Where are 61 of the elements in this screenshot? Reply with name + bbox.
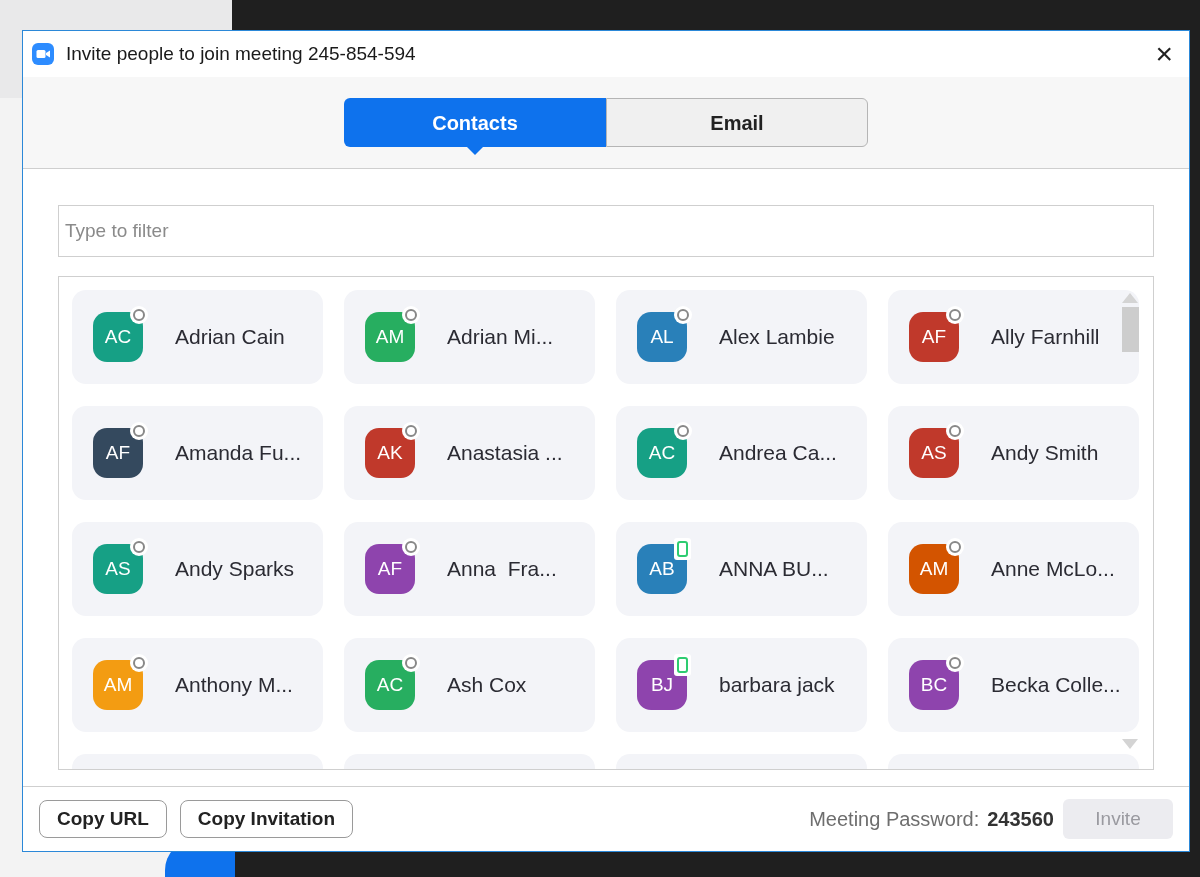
tab[interactable]: Email	[606, 98, 868, 147]
contact-name: Ally Farnhill	[991, 324, 1100, 351]
scroll-down-icon[interactable]	[1122, 739, 1138, 749]
scrollbar-thumb[interactable]	[1122, 307, 1139, 352]
contact-name: Andrea Ca...	[719, 440, 837, 467]
window-title: Invite people to join meeting 245-854-594	[66, 41, 416, 66]
avatar: AM	[93, 660, 143, 710]
contact-name: Alex Lambie	[719, 324, 835, 351]
pointer-icon	[466, 146, 484, 155]
contact-name: Adrian Mi...	[447, 324, 554, 351]
contact-card[interactable]: AS Andy Smith	[888, 406, 1139, 500]
contact-card[interactable]: AK Anastasia ...	[344, 406, 595, 500]
close-button[interactable]: ×	[1155, 39, 1173, 69]
contact-name: Andy Smith	[991, 440, 1099, 467]
copy-invitation-button[interactable]: Copy Invitation	[179, 800, 354, 838]
contact-name: Andy Sparks	[175, 556, 295, 583]
avatar: AF	[93, 428, 143, 478]
avatar: AL	[637, 312, 687, 362]
contact-card[interactable]: AF Anna Fra...	[344, 522, 595, 616]
contact-name: barbara jack	[719, 672, 835, 699]
contact-card[interactable]: AM Adrian Mi...	[344, 290, 595, 384]
password-value: 243560	[987, 807, 1054, 832]
camera-icon	[32, 43, 54, 65]
avatar: BC	[909, 660, 959, 710]
contact-card[interactable]: AF Amanda Fu...	[72, 406, 323, 500]
avatar: AK	[365, 428, 415, 478]
contact-name: Becka Colle...	[991, 672, 1121, 699]
contact-card[interactable]: AC Adrian Cain	[72, 290, 323, 384]
contact-card[interactable]: AF Ally Farnhill	[888, 290, 1139, 384]
filter-field[interactable]: Type to filter	[58, 205, 1154, 257]
contact-name: Anthony M...	[175, 672, 293, 699]
contact-name: Adrian Cain	[175, 324, 285, 351]
avatar: BJ	[637, 660, 687, 710]
contact-name: ANNA BU...	[719, 556, 829, 583]
copy-url-button[interactable]: Copy URL	[39, 800, 167, 838]
contact-name: Ash Cox	[447, 672, 527, 699]
contact-name: Amanda Fu...	[175, 440, 302, 467]
contact-name: Anne McLo...	[991, 556, 1115, 583]
avatar: AC	[93, 312, 143, 362]
avatar: AC	[637, 428, 687, 478]
avatar: AF	[365, 544, 415, 594]
contact-card[interactable]: AL Alex Lambie	[616, 290, 867, 384]
avatar: AC	[365, 660, 415, 710]
contact-card[interactable]: AC Ash Cox	[344, 638, 595, 732]
contact-card[interactable]: AC Andrea Ca...	[616, 406, 867, 500]
scroll-up-icon[interactable]	[1122, 293, 1138, 303]
contact-card[interactable]: AS Andy Sparks	[72, 522, 323, 616]
avatar: AB	[637, 544, 687, 594]
contact-name: Anna Fra...	[447, 556, 557, 583]
contact-card[interactable]: BC Becka Colle...	[888, 638, 1139, 732]
contact-card[interactable]: AB ANNA BU...	[616, 522, 867, 616]
avatar: AM	[909, 544, 959, 594]
avatar: AS	[93, 544, 143, 594]
avatar: AF	[909, 312, 959, 362]
avatar: AM	[365, 312, 415, 362]
contact-card[interactable]: AM Anne McLo...	[888, 522, 1139, 616]
contact-name: Anastasia ...	[447, 440, 563, 467]
password-label: Meeting Password:	[809, 807, 980, 832]
contact-card[interactable]: AM Anthony M...	[72, 638, 323, 732]
contact-card[interactable]: BJ barbara jack	[616, 638, 867, 732]
avatar: AS	[909, 428, 959, 478]
